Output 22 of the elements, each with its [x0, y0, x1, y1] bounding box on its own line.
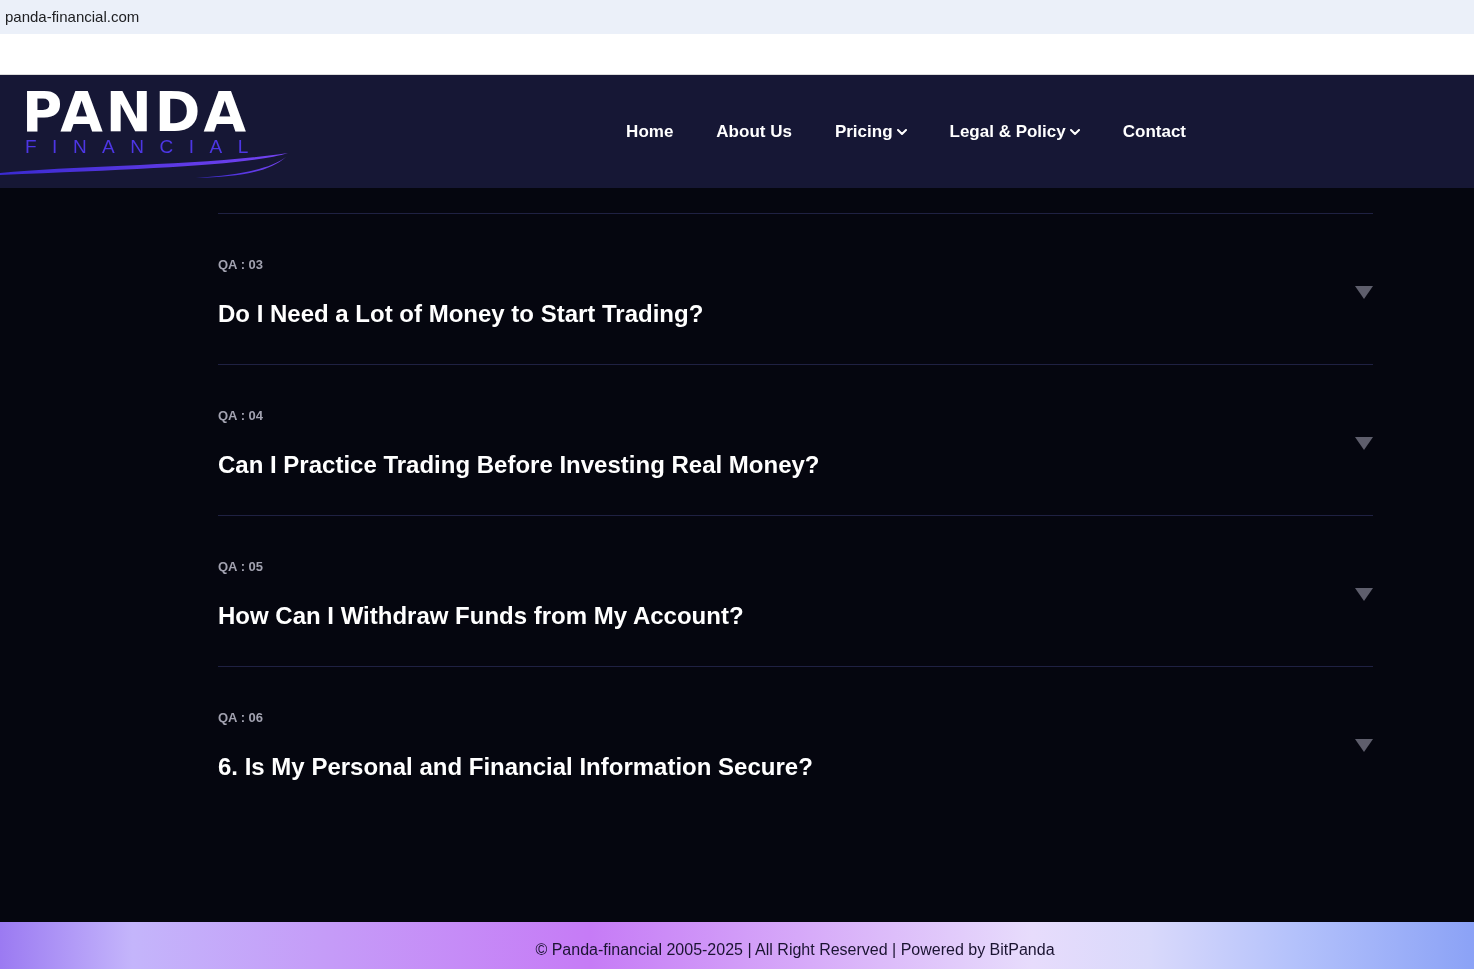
caret-down-icon[interactable]	[1355, 286, 1373, 299]
caret-down-icon[interactable]	[1355, 437, 1373, 450]
swoosh-icon	[0, 152, 288, 179]
address-field[interactable]: panda-financial.com	[0, 0, 1474, 34]
nav-link[interactable]: Pricing	[834, 121, 907, 142]
logo-tagline: FINANCIAL	[25, 136, 264, 157]
nav-link[interactable]: Legal & Policy	[949, 121, 1080, 142]
faq-label: QA : 06	[218, 709, 264, 727]
faq-question[interactable]: 6. Is My Personal and Financial Information Secure?	[218, 752, 813, 782]
caret-down-icon[interactable]	[1355, 739, 1373, 752]
nav-link[interactable]: Home	[626, 121, 674, 142]
nav-link[interactable]: About Us	[716, 121, 792, 142]
footer-text: © Panda-financial 2005-2025 | All Right Reserved | Powered by BitPanda	[535, 940, 1055, 959]
faq-label: QA : 05	[218, 558, 264, 576]
faq-label: QA : 03	[218, 256, 264, 274]
nav-link[interactable]: Contact	[1122, 121, 1186, 142]
logo-wordmark: PANDA	[22, 86, 250, 137]
faq-question[interactable]: Can I Practice Trading Before Investing Real Money?	[218, 450, 820, 480]
caret-down-icon[interactable]	[1355, 588, 1373, 601]
faq-question[interactable]: How Can I Withdraw Funds from My Account?	[218, 601, 744, 631]
faq-label: QA : 04	[218, 407, 264, 425]
faq-question[interactable]: Do I Need a Lot of Money to Start Trading?	[218, 299, 704, 329]
